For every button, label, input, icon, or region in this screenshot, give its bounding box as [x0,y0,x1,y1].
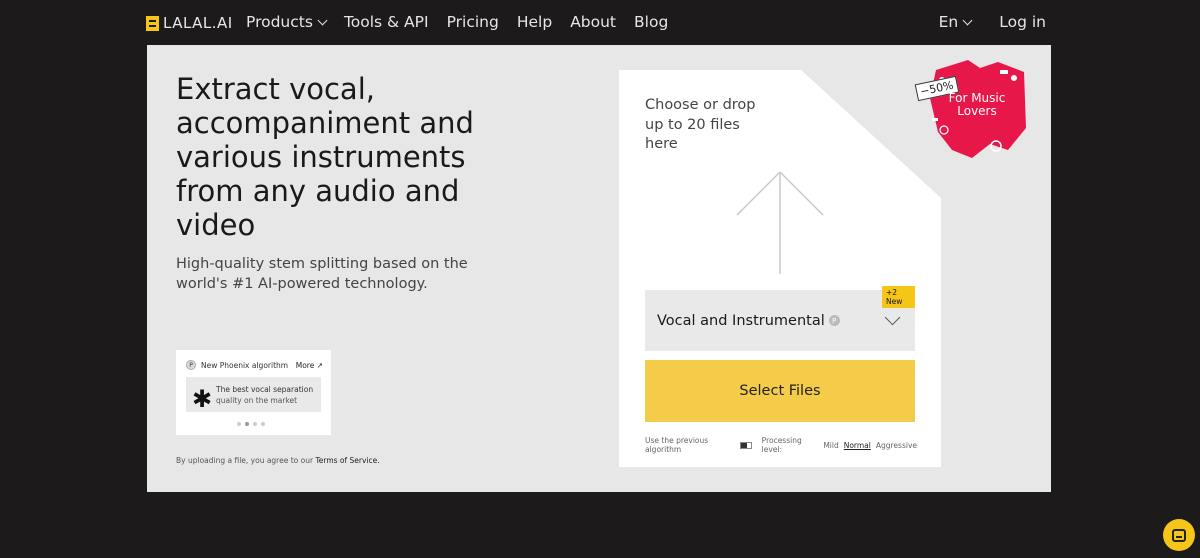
nav-pricing-label: Pricing [446,13,499,31]
promo-detail: quality on the market [216,395,298,405]
level-normal[interactable]: Normal [844,441,871,450]
chevron-down-icon [317,15,328,25]
separation-type-select[interactable]: Vocal and Instrumental P +2 New [645,286,915,351]
chat-button[interactable] [1163,519,1195,551]
terms-link[interactable]: Terms of Service. [315,456,379,465]
page-subtitle: High-quality stem splitting based on the… [176,256,468,292]
promo-carousel[interactable]: P New Phoenix algorithm More ↗ ✱ The bes… [176,350,331,435]
nav-links: Products Tools & API Pricing Help About … [246,13,686,31]
select-files-button[interactable]: Select Files [645,360,915,422]
chevron-down-icon [962,15,973,25]
login-label: Log in [999,13,1046,31]
processing-options: Use the previous algorithm Processing le… [645,436,917,454]
logo-icon [146,15,159,31]
new-badge: +2 New [882,286,915,308]
previous-algorithm-toggle[interactable] [739,441,752,449]
promo-header: P New Phoenix algorithm More ↗ [186,360,323,370]
nav-help-label: Help [516,13,553,31]
phoenix-icon: P [828,315,840,326]
language-label: En [938,13,959,31]
separation-type-label: Vocal and Instrumental [657,312,825,329]
carousel-dot-active[interactable] [245,422,249,426]
nav-help[interactable]: Help [517,13,552,31]
drop-instructions: Choose or drop up to 20 files here [645,97,756,152]
nav-blog-label: Blog [634,13,669,31]
upload-arrow-icon [736,171,824,274]
logo-text: LALAL.AI [163,14,233,32]
nav-products[interactable]: Products [246,13,328,31]
previous-algorithm-label: Use the previous algorithm [645,436,709,454]
processing-level-label: Processing level: [761,436,802,454]
page-title: Extract vocal, accompaniment and various… [176,72,474,242]
promo-title: New Phoenix algorithm [201,360,289,370]
nav-tools-api-label: Tools & API [343,13,429,31]
nav-pricing[interactable]: Pricing [447,13,499,31]
phoenix-icon: P [186,360,196,370]
carousel-dot[interactable] [261,422,265,426]
logo[interactable]: LALAL.AI [146,14,233,32]
level-mild[interactable]: Mild [823,441,838,450]
login-link[interactable]: Log in [999,13,1046,31]
sticker-text: For Music Lovers [948,91,1006,118]
nav-blog[interactable]: Blog [634,13,668,31]
carousel-dots [237,422,265,426]
promo-more-link[interactable]: More ↗ [296,361,323,370]
top-nav: LALAL.AI Products Tools & API Pricing He… [0,0,1200,46]
terms-prefix: By uploading a file, you agree to our [176,456,314,465]
promo-highlight: The best vocal separation [216,384,314,394]
chat-icon [1172,528,1186,542]
promo-slide-text: The best vocal separation quality on the… [216,384,313,406]
nav-about-label: About [570,13,617,31]
nav-right: En Log in [939,13,1046,31]
nav-tools-api[interactable]: Tools & API [344,13,429,31]
promo-slide: ✱ The best vocal separation quality on t… [186,377,321,413]
language-selector[interactable]: En [938,13,973,31]
carousel-dot[interactable] [237,422,241,426]
chevron-down-icon [884,309,901,326]
nav-about[interactable]: About [570,13,616,31]
nav-products-label: Products [246,13,313,31]
terms-notice: By uploading a file, you agree to our Te… [176,456,380,465]
level-aggressive[interactable]: Aggressive [876,441,917,450]
main-panel: Extract vocal, accompaniment and various… [147,45,1051,492]
carousel-dot[interactable] [253,422,257,426]
upload-dropzone[interactable]: Choose or drop up to 20 files here Vocal… [619,70,941,467]
separation-type-value: Vocal and Instrumental P [657,313,840,329]
asterisk-icon: ✱ [191,384,213,413]
